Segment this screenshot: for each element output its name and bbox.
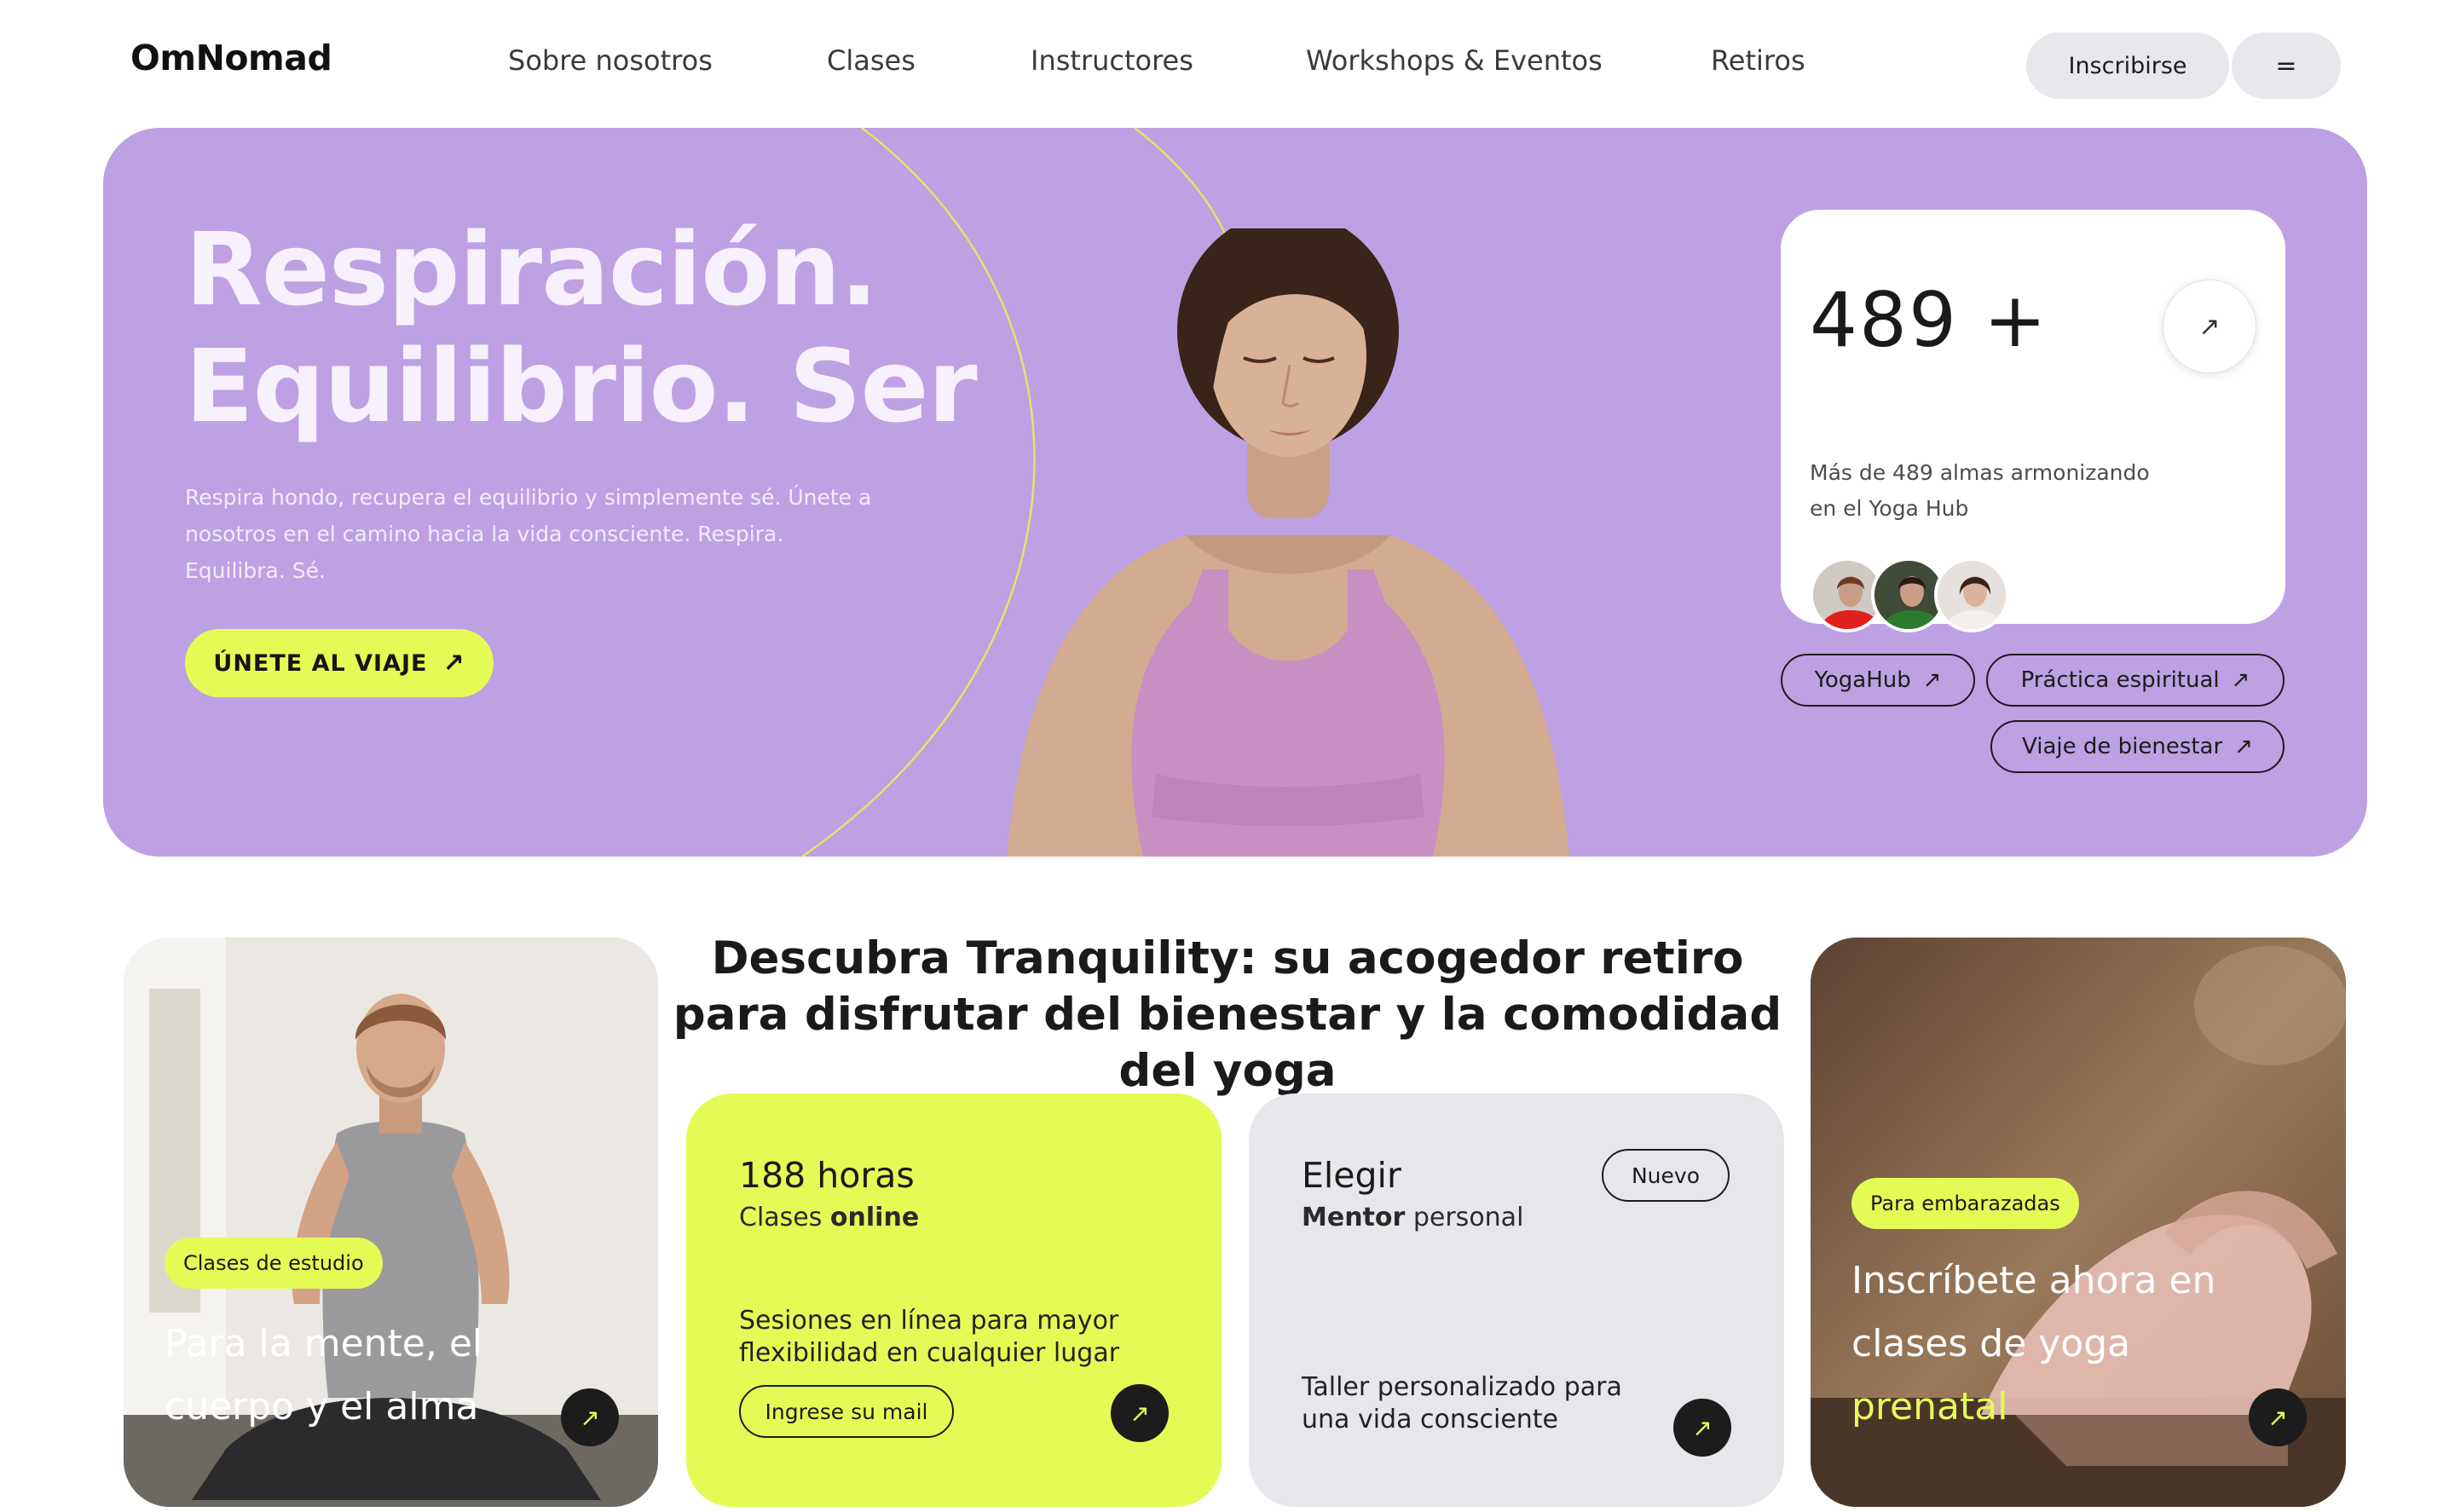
mentor-sub-bold: Mentor: [1302, 1203, 1406, 1232]
members-count: 489 +: [1810, 276, 2048, 364]
nav-retreats[interactable]: Retiros: [1711, 44, 1805, 77]
online-classes-card: 188 horas Clases online Sesiones en líne…: [686, 1094, 1222, 1507]
prenatal-yoga-card[interactable]: Para embarazadas Inscríbete ahora en cla…: [1811, 938, 2346, 1507]
email-input-button[interactable]: Ingrese su mail: [739, 1385, 954, 1438]
prenatal-text-regular: Inscríbete ahora en clases de yoga: [1851, 1259, 2216, 1365]
arrow-up-right-icon: ↗: [2267, 1403, 2288, 1432]
new-badge: Nuevo: [1602, 1149, 1730, 1202]
online-sub-regular: Clases: [739, 1203, 830, 1232]
mentor-sub-regular: personal: [1405, 1203, 1524, 1232]
nav-workshops[interactable]: Workshops & Eventos: [1306, 44, 1603, 77]
meditating-woman-image: [1007, 228, 1569, 857]
hero-banner: Respiración. Equilibrio. Ser Respira hon…: [103, 128, 2367, 857]
prenatal-text: Inscríbete ahora en clases de yoga prena…: [1851, 1249, 2252, 1439]
prenatal-text-highlight: prenatal: [1851, 1385, 2008, 1428]
online-classes-arrow-button[interactable]: ↗: [1111, 1384, 1169, 1442]
mentor-title: Elegir: [1302, 1155, 1401, 1196]
online-desc-bold: cualquier lugar: [926, 1338, 1120, 1368]
arrow-up-right-icon: ↗: [1922, 667, 1942, 693]
nav-classes[interactable]: Clases: [827, 44, 916, 77]
study-classes-text: Para la mente, el cuerpo y el alma: [165, 1322, 483, 1428]
arrow-up-right-icon: ↗: [2234, 734, 2253, 759]
join-journey-label: ÚNETE AL VIAJE: [213, 649, 428, 677]
members-stat-card: 489 + ↗ Más de 489 almas armonizando en …: [1781, 210, 2285, 632]
join-journey-button[interactable]: ÚNETE AL VIAJE ↗: [185, 629, 494, 697]
arrow-up-right-icon: ↗: [2231, 667, 2250, 693]
signup-button[interactable]: Inscribirse: [2026, 32, 2229, 99]
arrow-up-right-icon: ↗: [2198, 311, 2221, 342]
menu-button[interactable]: =: [2232, 32, 2341, 99]
hero-title-line2: Equilibrio. Ser: [185, 327, 978, 445]
tag-spiritual-practice[interactable]: Práctica espiritual ↗: [1986, 654, 2285, 707]
online-classes-description: Sesiones en línea para mayor flexibilida…: [739, 1305, 1148, 1370]
members-description: Más de 489 almas armonizando en el Yoga …: [1810, 460, 2150, 521]
tag-yogahub[interactable]: YogaHub ↗: [1781, 654, 1975, 707]
prenatal-badge: Para embarazadas: [1851, 1178, 2079, 1229]
tag-wellness-journey[interactable]: Viaje de bienestar ↗: [1990, 720, 2285, 773]
online-sub-bold: online: [829, 1203, 920, 1232]
study-classes-arrow-button[interactable]: ↗: [561, 1388, 619, 1446]
arrow-up-right-icon: ↗: [580, 1403, 600, 1432]
arrow-up-right-icon: ↗: [1129, 1399, 1150, 1428]
arrow-up-right-icon: ↗: [442, 648, 465, 678]
online-classes-subtitle: Clases online: [739, 1203, 919, 1232]
arrow-up-right-icon: ↗: [1692, 1413, 1713, 1442]
nav-instructors[interactable]: Instructores: [1031, 44, 1193, 77]
menu-icon: =: [2275, 50, 2297, 81]
section-title: Descubra Tranquility: su acogedor retiro…: [673, 932, 1782, 1097]
stat-arrow-button[interactable]: ↗: [2163, 280, 2256, 373]
mentor-arrow-button[interactable]: ↗: [1673, 1399, 1731, 1457]
hero-title-line1: Respiración.: [185, 211, 878, 328]
personal-mentor-card: Elegir Mentor personal Nuevo Taller pers…: [1249, 1094, 1784, 1507]
mentor-subtitle: Mentor personal: [1302, 1203, 1523, 1232]
prenatal-arrow-button[interactable]: ↗: [2249, 1388, 2307, 1446]
nav-about[interactable]: Sobre nosotros: [508, 44, 713, 77]
tag-spiritual-practice-label: Práctica espiritual: [2020, 667, 2220, 693]
mentor-description: Taller personalizado para una vida consc…: [1302, 1372, 1622, 1434]
tag-yogahub-label: YogaHub: [1814, 667, 1911, 693]
online-hours-title: 188 horas: [739, 1155, 915, 1196]
hero-description: Respira hondo, recupera el equilibrio y …: [185, 485, 872, 583]
avatar: [1934, 557, 2009, 632]
hero-title: Respiración. Equilibrio. Ser: [185, 211, 978, 445]
tag-wellness-journey-label: Viaje de bienestar: [2022, 734, 2223, 759]
study-classes-card[interactable]: Clases de estudio Para la mente, el cuer…: [124, 938, 658, 1507]
study-classes-badge: Clases de estudio: [165, 1238, 383, 1289]
